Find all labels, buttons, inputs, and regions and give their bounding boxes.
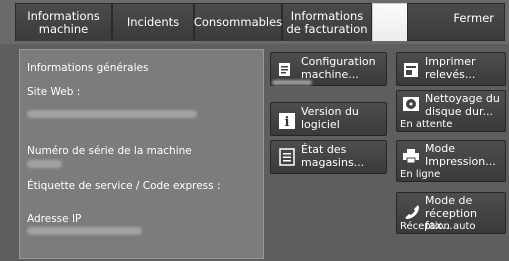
configuration-label: Configuration machine...: [301, 55, 376, 81]
ip-address-value-redacted: [27, 227, 142, 235]
print-mode-status: En ligne: [400, 169, 441, 180]
list-icon: [279, 148, 295, 166]
software-version-label: Version du logiciel: [301, 105, 359, 131]
print-mode-button[interactable]: Mode Impression... En ligne: [396, 140, 506, 182]
tab-billing-information[interactable]: Informations de facturation: [282, 3, 372, 41]
disk-cleaning-status: En attente: [400, 119, 453, 130]
software-version-button[interactable]: i Version du logiciel: [270, 102, 387, 136]
serial-number-value-redacted: [27, 160, 62, 168]
tab-consumables[interactable]: Consommables: [194, 3, 282, 41]
fax-receive-mode-button[interactable]: Mode de réception fax... Réception auto: [396, 192, 506, 234]
general-info-heading: Informations générales: [27, 62, 149, 74]
info-icon: i: [279, 113, 295, 130]
service-tag-label: Étiquette de service / Code express :: [27, 180, 221, 192]
website-label: Site Web :: [27, 86, 81, 98]
print-reports-label: Imprimer relevés...: [425, 55, 476, 81]
tab-machine-information[interactable]: Informations machine: [15, 3, 112, 41]
report-icon: [404, 63, 418, 77]
ip-address-label: Adresse IP: [27, 213, 82, 225]
tab-active-blank[interactable]: [372, 3, 409, 41]
phone-icon: [405, 205, 419, 219]
tab-bar: Informations machine Incidents Consommab…: [0, 0, 509, 44]
disk-cleaning-button[interactable]: Nettoyage du disque dur... En attente: [396, 90, 506, 132]
general-info-panel: Informations générales Site Web : Numéro…: [19, 49, 264, 259]
tray-status-button[interactable]: État des magasins...: [270, 140, 387, 174]
print-mode-label: Mode Impression...: [425, 142, 496, 168]
config-subvalue-redacted: [272, 80, 312, 85]
website-value-redacted: [27, 110, 197, 118]
disk-icon: [403, 97, 419, 111]
fax-receive-mode-status: Réception auto: [400, 221, 476, 232]
serial-number-label: Numéro de série de la machine: [27, 145, 192, 157]
tray-status-label: État des magasins...: [301, 143, 365, 169]
disk-cleaning-label: Nettoyage du disque dur...: [425, 92, 500, 118]
print-reports-button[interactable]: Imprimer relevés...: [396, 52, 506, 86]
svg-text:i: i: [285, 115, 290, 130]
printer-icon: [403, 149, 419, 164]
close-button[interactable]: Fermer: [407, 3, 505, 41]
document-icon: [279, 63, 290, 76]
tab-incidents[interactable]: Incidents: [112, 3, 194, 41]
